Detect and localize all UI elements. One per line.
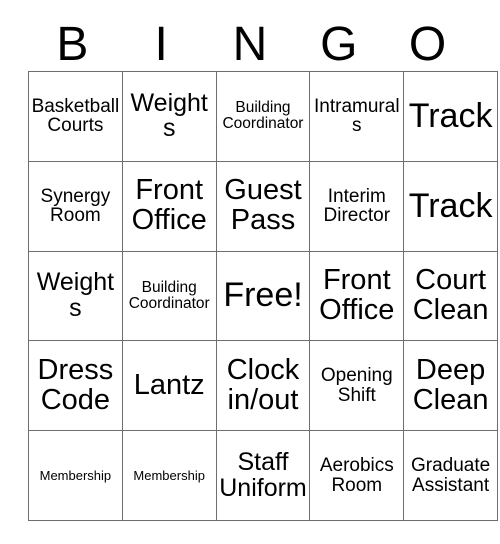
bingo-cell-label: Weights [36,268,115,322]
bingo-cell-free[interactable]: Free! [216,251,311,342]
bingo-row: Weights Building Coordinator Free! Front… [28,251,498,342]
header-letter-o: O [408,18,447,71]
bingo-cell[interactable]: Staff Uniform [216,430,311,521]
bingo-cell-label: Interim Director [323,185,391,227]
bingo-cell-label: Aerobics Room [319,455,394,496]
bingo-cell-label: Building Coordinator [222,99,304,133]
bingo-cell-label: Free! [223,276,303,315]
bingo-card: B I N G O Basketball Courts Weights Buil… [0,0,500,544]
bingo-row: Membership Membership Staff Uniform Aero… [28,430,498,521]
bingo-cell-label: Dress Code [37,353,114,416]
bingo-cell-label: Weights [130,88,208,143]
bingo-cell[interactable]: Dress Code [28,340,123,432]
header-letter-n: N [232,18,268,71]
bingo-cell[interactable]: Building Coordinator [216,71,311,162]
bingo-cell[interactable]: Opening Shift [309,340,405,432]
bingo-cell[interactable]: Graduate Assistant [403,430,498,521]
bingo-cell[interactable]: Front Office [309,251,405,342]
bingo-header: B I N G O [28,14,472,71]
bingo-cell[interactable]: Track [403,71,498,162]
bingo-cell-label: Basketball Courts [31,95,120,137]
bingo-cell-label: Lantz [133,368,205,401]
bingo-cell[interactable]: Clock in/out [216,340,311,432]
bingo-cell-label: Intramurals [314,95,400,137]
bingo-cell-label: Graduate Assistant [410,455,491,496]
bingo-cell-label: Staff Uniform [219,447,307,502]
bingo-cell[interactable]: Front Office [122,161,217,252]
bingo-cell[interactable]: Track [403,161,498,252]
bingo-cell-label: Deep Clean [412,353,489,416]
bingo-cell[interactable]: Deep Clean [403,340,498,432]
bingo-cell-label: Membership [133,467,205,483]
header-letter-b: B [56,18,89,71]
bingo-cell-label: Front Office [319,264,395,326]
header-letter-g: G [320,18,358,71]
bingo-cell-label: Clock in/out [226,353,300,416]
bingo-cell[interactable]: Intramurals [309,71,405,162]
bingo-cell[interactable]: Membership [122,430,217,521]
bingo-cell[interactable]: Interim Director [309,161,405,252]
bingo-cell-label: Building Coordinator [128,279,210,312]
header-letter-i: I [154,18,168,71]
bingo-cell-label: Track [408,96,493,135]
bingo-cell[interactable]: Weights [28,251,123,342]
bingo-cell[interactable]: Guest Pass [216,161,311,252]
bingo-row: Dress Code Lantz Clock in/out Opening Sh… [28,340,498,432]
bingo-grid: Basketball Courts Weights Building Coord… [28,71,498,521]
bingo-cell-label: Court Clean [412,264,489,326]
bingo-cell[interactable]: Synergy Room [28,161,123,252]
bingo-cell[interactable]: Weights [122,71,217,162]
bingo-cell-label: Synergy Room [40,185,111,227]
bingo-cell[interactable]: Court Clean [403,251,498,342]
bingo-cell[interactable]: Aerobics Room [309,430,405,521]
bingo-cell[interactable]: Building Coordinator [122,251,217,342]
bingo-cell[interactable]: Membership [28,430,123,521]
bingo-cell[interactable]: Lantz [122,340,217,432]
bingo-cell[interactable]: Basketball Courts [28,71,123,162]
bingo-cell-label: Track [408,186,493,225]
bingo-cell-label: Front Office [131,174,207,237]
bingo-cell-label: Membership [39,467,112,483]
bingo-cell-label: Opening Shift [320,365,393,406]
bingo-cell-label: Guest Pass [224,174,302,237]
bingo-row: Basketball Courts Weights Building Coord… [28,71,498,162]
bingo-row: Synergy Room Front Office Guest Pass Int… [28,161,498,252]
